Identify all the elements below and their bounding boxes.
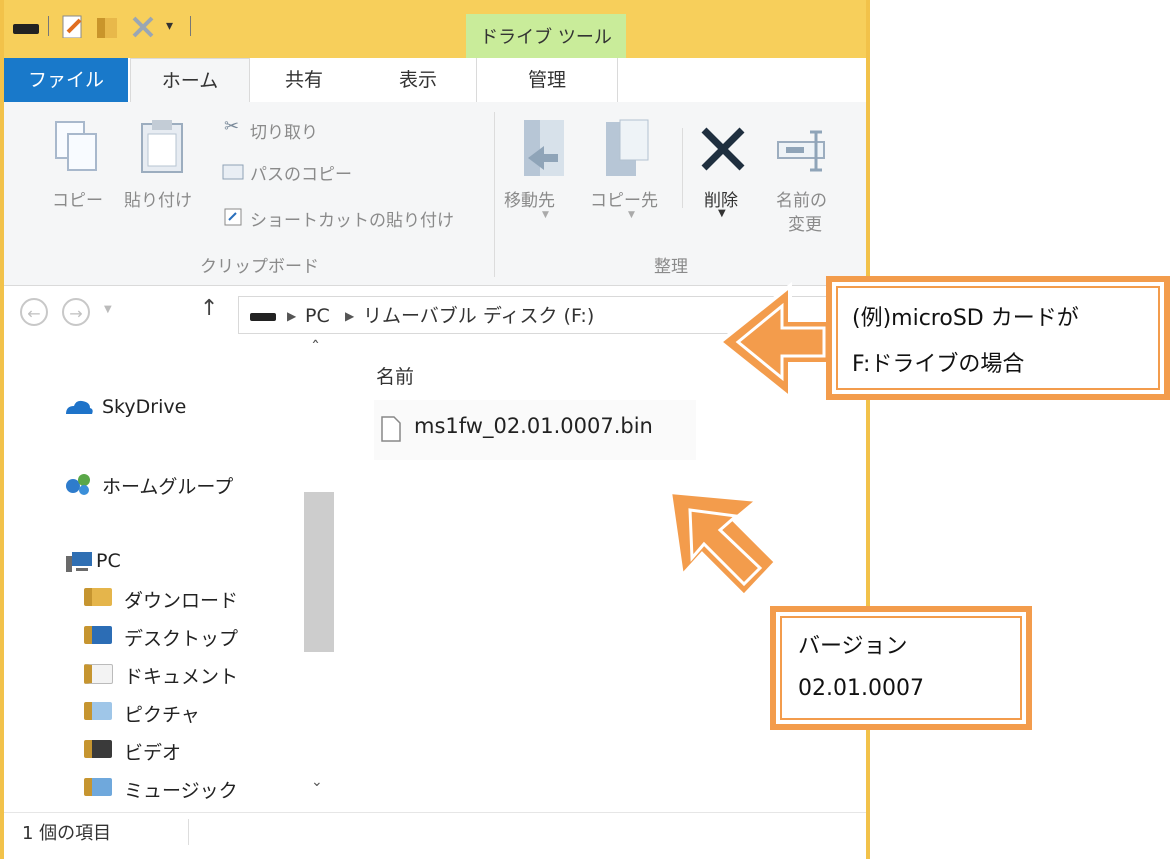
copy-path-button[interactable]: パスのコピー: [222, 158, 382, 186]
clipboard-group-label: クリップボード: [200, 257, 319, 277]
file-arrow-callout: [667, 489, 779, 599]
cloud-icon: [66, 400, 93, 414]
file-list: 名前 ms1fw_02.01.0007.bin: [334, 346, 866, 816]
downloads-folder-icon: [84, 588, 112, 606]
copy-path-icon: [222, 164, 244, 180]
nav-label: ドキュメント: [124, 666, 239, 688]
drive-callout: (例)microSD カードが F:ドライブの場合: [826, 276, 1170, 400]
rename-label-line1: 名前の: [776, 191, 827, 211]
paste-button[interactable]: 貼り付け: [122, 116, 212, 216]
scissors-icon: ✂: [224, 116, 240, 137]
up-button[interactable]: ↑: [200, 296, 218, 321]
file-row[interactable]: ms1fw_02.01.0007.bin: [374, 400, 696, 460]
tab-share[interactable]: 共有: [248, 58, 360, 102]
title-separator: [190, 16, 191, 36]
nav-label: ビデオ: [124, 742, 182, 764]
group-divider: [682, 128, 683, 208]
status-divider: [188, 819, 189, 845]
rename-label-line2: 変更: [788, 215, 822, 235]
tab-home[interactable]: ホーム: [130, 58, 250, 104]
scroll-down-icon[interactable]: ⌄: [311, 774, 323, 790]
breadcrumb-arrow-icon: ▶: [345, 309, 355, 323]
delete-x-icon: [701, 127, 745, 171]
nav-label: ダウンロード: [124, 590, 239, 612]
customize-toolbar-icon[interactable]: ▾: [166, 18, 173, 34]
nav-label: デスクトップ: [124, 628, 239, 650]
ribbon: コピー 貼り付け ✂ 切り取り パスのコピー ショートカットの貼り付け クリップ…: [4, 102, 866, 286]
pictures-folder-icon: [84, 702, 112, 720]
forward-button[interactable]: →: [62, 298, 90, 326]
back-button[interactable]: ←: [20, 298, 48, 326]
paste-icon: [141, 120, 183, 173]
properties-icon[interactable]: [60, 14, 86, 38]
desktop-folder-icon: [84, 626, 112, 644]
navigation-pane: SkyDrive ホームグループ PC ダウンロード デスクトップ ドキュメント: [4, 338, 334, 816]
move-to-button[interactable]: 移動先 ▼: [504, 116, 584, 226]
shortcut-icon: [224, 208, 242, 226]
nav-scrollbar[interactable]: ˆ ⌄: [304, 338, 334, 816]
homegroup-icon: [66, 474, 90, 495]
drive-callout-line2: F:ドライブの場合: [852, 352, 1025, 377]
explorer-window: ▾ ドライブ ツール ファイル ホーム 共有 表示 管理 コピー 貼り付け ✂ …: [0, 0, 878, 860]
tab-file[interactable]: ファイル: [4, 58, 128, 102]
version-callout: バージョン 02.01.0007: [770, 606, 1032, 730]
title-bar: ▾ ドライブ ツール: [4, 0, 866, 58]
copy-to-button[interactable]: コピー先 ▼: [590, 116, 670, 226]
delete-dropdown-icon: ▼: [718, 208, 726, 219]
file-icon: [381, 416, 401, 442]
paste-shortcut-label: ショートカットの貼り付け: [250, 211, 454, 231]
tab-manage[interactable]: 管理: [476, 58, 618, 102]
rename-icon: [777, 130, 825, 172]
version-callout-line1: バージョン: [798, 634, 908, 659]
documents-folder-icon: [84, 664, 113, 684]
nav-label: ピクチャ: [124, 704, 200, 726]
rename-button[interactable]: 名前の 変更: [766, 116, 846, 246]
organize-group-label: 整理: [654, 257, 688, 277]
title-separator: [48, 16, 49, 36]
delete-button[interactable]: 削除 ▼: [690, 116, 756, 226]
copy-path-label: パスのコピー: [250, 165, 352, 185]
item-count: 1 個の項目: [22, 823, 112, 844]
group-divider: [494, 112, 495, 277]
new-folder-icon[interactable]: [94, 14, 120, 38]
move-to-dropdown-icon: ▼: [542, 210, 549, 220]
copy-button[interactable]: コピー: [44, 116, 114, 216]
videos-folder-icon: [84, 740, 112, 758]
drive-icon: [13, 24, 39, 34]
breadcrumb-pc[interactable]: PC: [305, 297, 330, 335]
status-bar: 1 個の項目: [4, 812, 866, 860]
breadcrumb-arrow-icon: ▶: [287, 309, 297, 323]
cut-label: 切り取り: [250, 123, 318, 143]
scroll-up-icon[interactable]: ˆ: [311, 338, 320, 359]
ribbon-tabs: ファイル ホーム 共有 表示 管理: [4, 58, 866, 104]
delete-icon[interactable]: [130, 14, 156, 38]
nav-label: ホームグループ: [102, 476, 234, 498]
nav-label: SkyDrive: [102, 396, 187, 418]
copy-to-label: コピー先: [590, 191, 658, 211]
recent-locations-icon[interactable]: ▼: [104, 304, 112, 315]
nav-label: ミュージック: [124, 780, 238, 802]
move-to-icon: [524, 120, 564, 176]
tab-view[interactable]: 表示: [360, 58, 476, 102]
paste-shortcut-button[interactable]: ショートカットの貼り付け: [222, 202, 482, 231]
copy-to-dropdown-icon: ▼: [628, 210, 635, 220]
music-folder-icon: [84, 778, 112, 796]
breadcrumb-drive[interactable]: リムーバブル ディスク (F:): [363, 297, 594, 335]
drive-icon: [250, 313, 276, 321]
drive-tools-tab: ドライブ ツール: [466, 14, 626, 58]
copy-label: コピー: [52, 191, 103, 211]
copy-icon: [55, 121, 97, 171]
paste-label: 貼り付け: [124, 191, 192, 211]
file-name: ms1fw_02.01.0007.bin: [414, 414, 653, 438]
cut-button[interactable]: ✂ 切り取り: [222, 116, 362, 144]
copy-to-icon: [606, 119, 649, 176]
computer-icon: [66, 552, 92, 572]
drive-callout-line1: (例)microSD カードが: [852, 306, 1079, 331]
address-arrow-callout: [716, 281, 834, 400]
version-callout-line2: 02.01.0007: [798, 676, 924, 701]
column-header-name[interactable]: 名前: [376, 362, 414, 389]
scroll-thumb[interactable]: [304, 492, 334, 652]
move-to-label: 移動先: [504, 191, 555, 211]
nav-label: PC: [96, 550, 121, 572]
